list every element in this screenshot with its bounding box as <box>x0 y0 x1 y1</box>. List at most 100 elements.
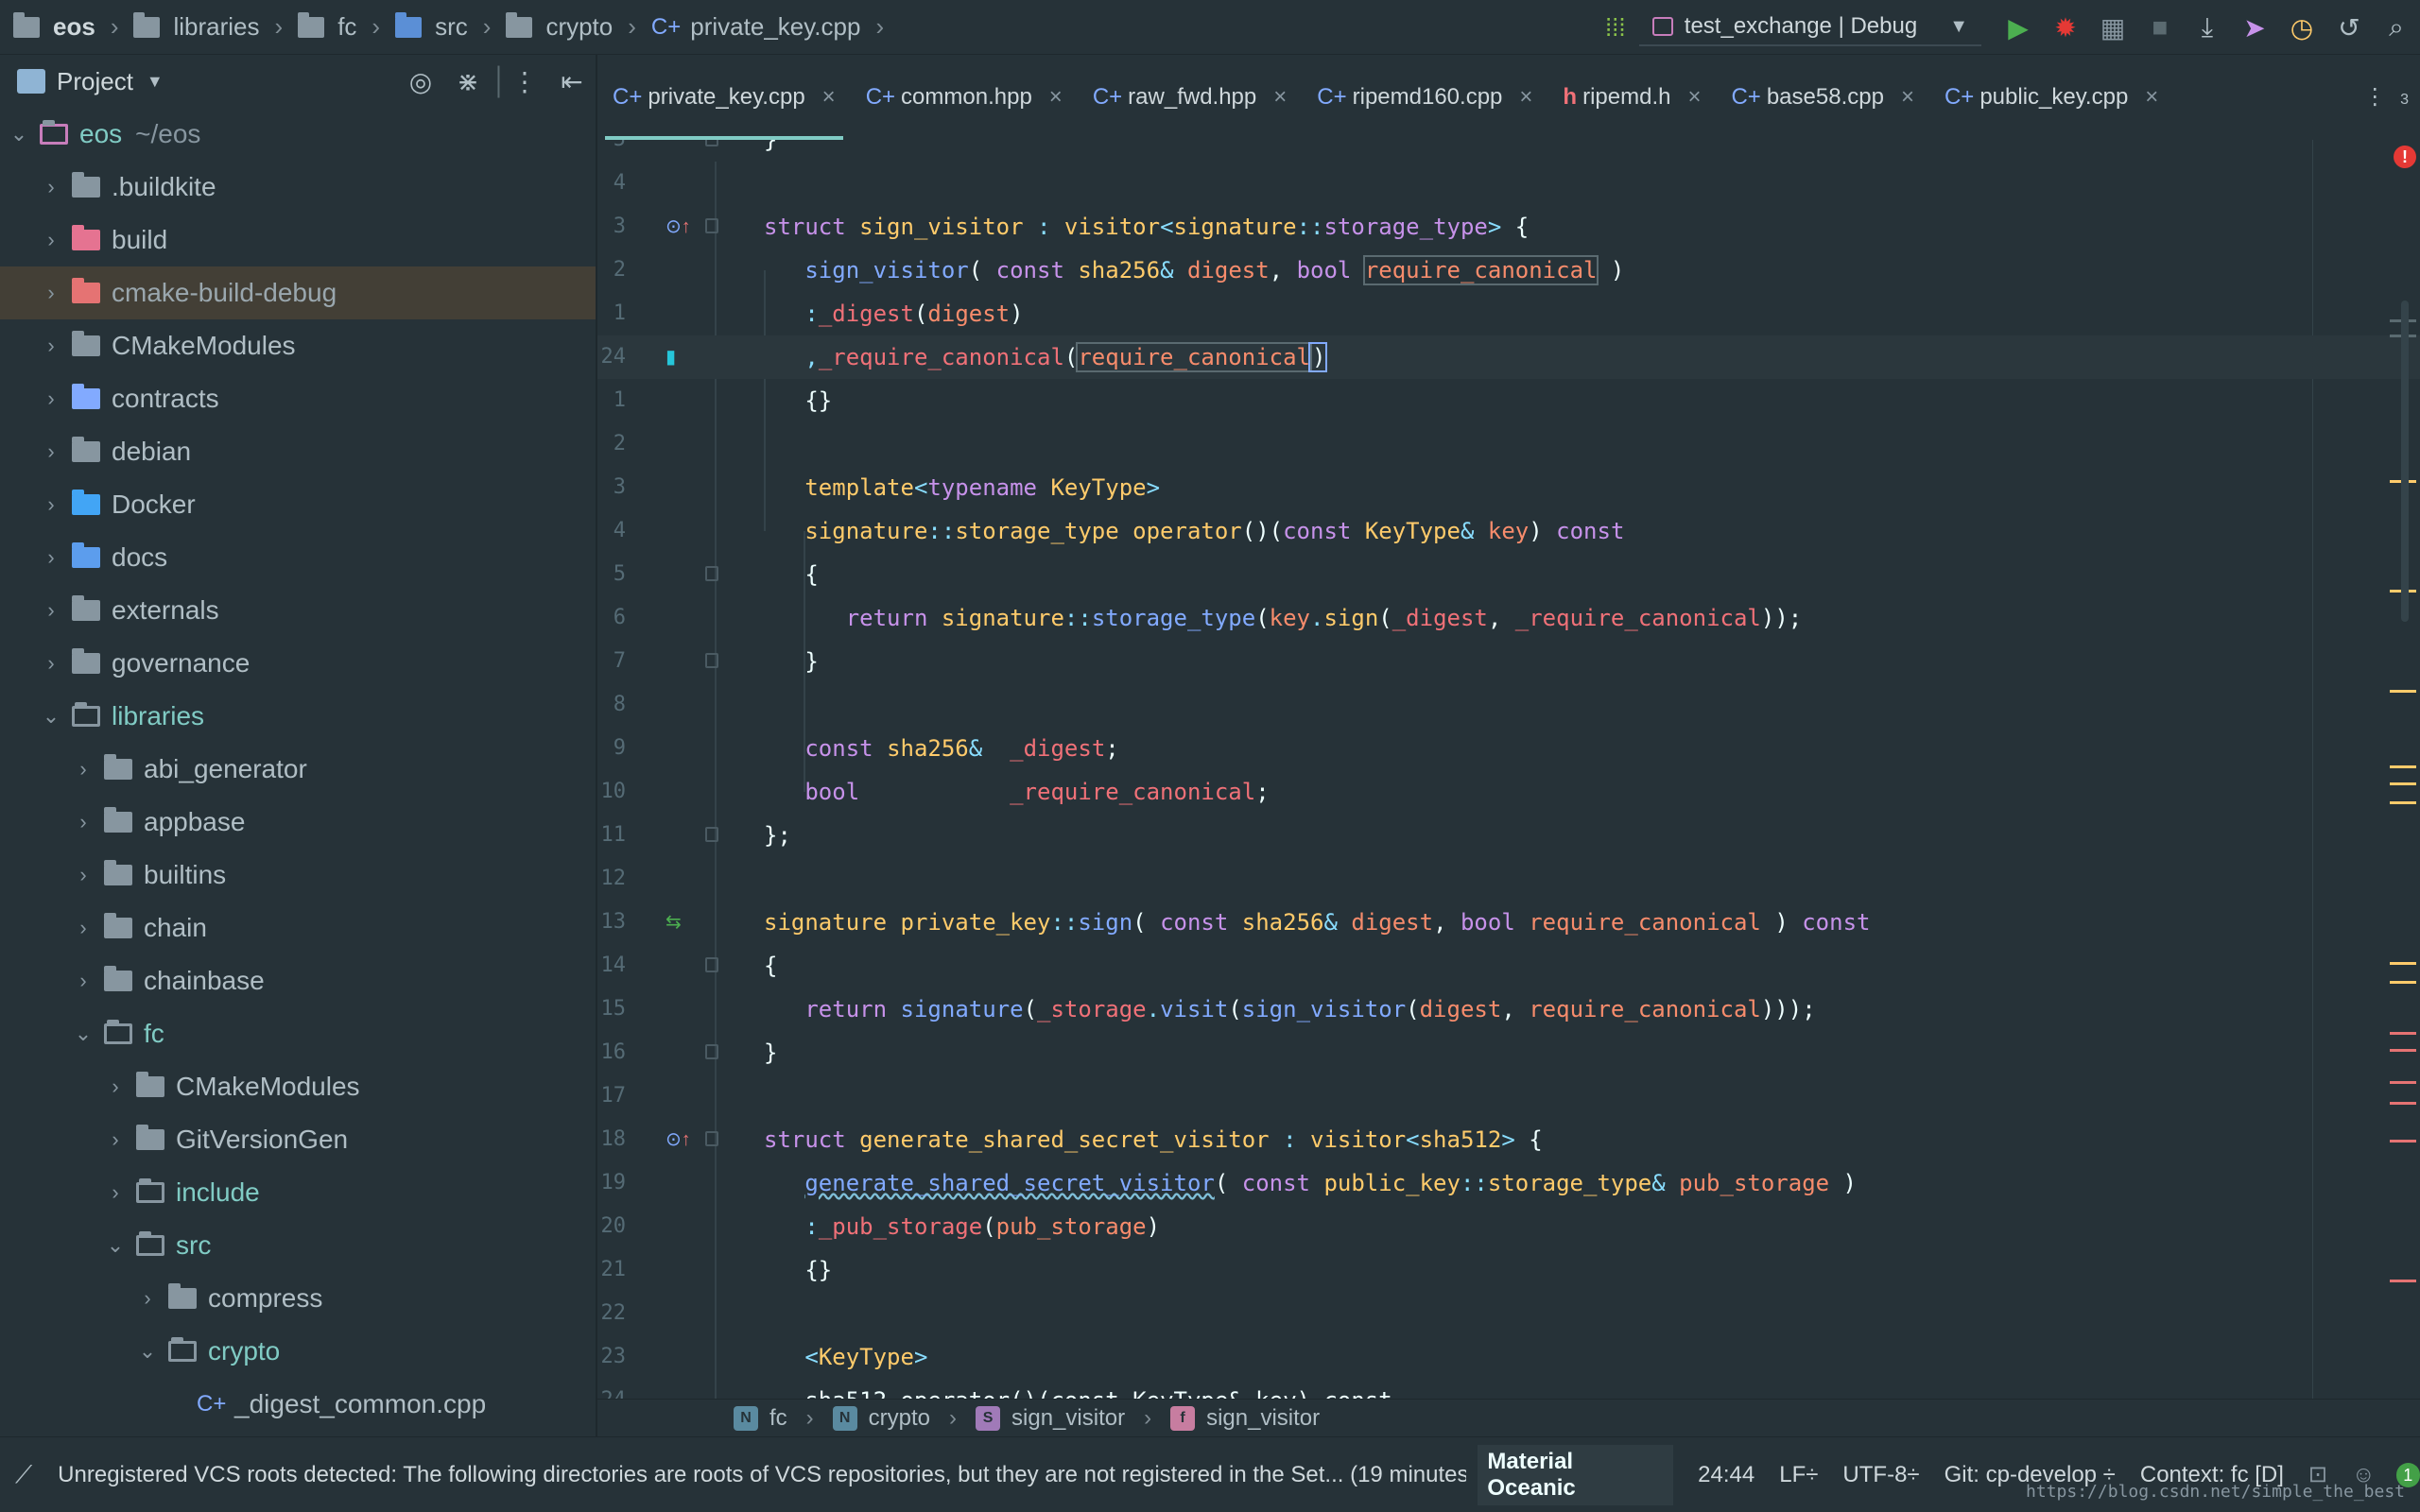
close-icon[interactable]: × <box>1273 84 1287 111</box>
revert-button[interactable]: ↺ <box>2325 0 2373 55</box>
close-icon[interactable]: × <box>2145 84 2158 111</box>
tree-item-gitversiongen[interactable]: › GitVersionGen <box>0 1113 596 1166</box>
chevron-right-icon[interactable]: › <box>40 545 62 570</box>
code-line[interactable]: 2 <box>597 422 2420 466</box>
tree-item-libraries[interactable]: ⌄ libraries <box>0 690 596 743</box>
chevron-right-icon[interactable]: › <box>72 863 95 887</box>
tab-overflow-button[interactable]: ⋮ 3 <box>2363 83 2409 111</box>
chevron-right-icon[interactable]: › <box>40 334 62 358</box>
tree-item-chain[interactable]: › chain <box>0 902 596 954</box>
tree-item-contracts[interactable]: › contracts <box>0 372 596 425</box>
scroll-marker[interactable] <box>2390 1280 2416 1282</box>
chevron-right-icon[interactable]: › <box>136 1286 159 1311</box>
run-button[interactable]: ▶ <box>1995 0 2042 55</box>
code-line[interactable]: 6 return signature::storage_type(key.sig… <box>597 596 2420 640</box>
tree-item-chainbase[interactable]: › chainbase <box>0 954 596 1007</box>
breadcrumb-file[interactable]: C+ private_key.cpp › <box>651 0 899 55</box>
code-line[interactable]: 24 sha512 operator()(const KeyType& key)… <box>597 1379 2420 1399</box>
code-line[interactable]: 20 :_pub_storage(pub_storage) <box>597 1205 2420 1248</box>
fold-marker-icon[interactable] <box>705 653 718 668</box>
tree-item-build[interactable]: › build <box>0 214 596 266</box>
code-line[interactable]: 9 const sha256& _digest; <box>597 727 2420 770</box>
chevron-right-icon[interactable]: › <box>40 651 62 676</box>
ebreadcrumb-crypto[interactable]: crypto <box>869 1405 930 1432</box>
run-configuration-select[interactable]: test_exchange | Debug ▼ <box>1638 9 1981 46</box>
chevron-down-icon[interactable]: ⌄ <box>8 122 30 146</box>
code-line[interactable]: 13 ⇆ signature private_key::sign( const … <box>597 901 2420 944</box>
close-icon[interactable]: × <box>822 84 836 111</box>
code-line[interactable]: 3 template<typename KeyType> <box>597 466 2420 509</box>
tree-item-cmakemodules[interactable]: › CMakeModules <box>0 319 596 372</box>
close-icon[interactable]: × <box>1687 84 1701 111</box>
tree-item-cmake-build-debug[interactable]: › cmake-build-debug <box>0 266 596 319</box>
bookmark-icon[interactable]: ▮ <box>666 345 676 369</box>
locate-file-icon[interactable]: ◎ <box>397 66 444 97</box>
fold-marker-icon[interactable] <box>705 140 718 146</box>
scroll-thumb[interactable] <box>2401 301 2409 622</box>
encoding-selector[interactable]: UTF-8÷ <box>1842 1462 1919 1488</box>
chevron-right-icon[interactable]: › <box>40 439 62 464</box>
code-line[interactable]: 11 }; <box>597 814 2420 857</box>
close-icon[interactable]: × <box>1519 84 1532 111</box>
breadcrumb-libraries[interactable]: libraries › <box>133 0 298 55</box>
collapse-all-icon[interactable]: ⋇ <box>444 66 492 97</box>
scroll-marker[interactable] <box>2390 962 2416 965</box>
scroll-marker[interactable] <box>2390 801 2416 804</box>
project-view-selector[interactable]: Project <box>57 67 133 96</box>
dropdown-arrow-icon[interactable]: ▼ <box>147 72 164 92</box>
code-line[interactable]: 21 {} <box>597 1248 2420 1292</box>
code-line[interactable]: 23 <KeyType> <box>597 1335 2420 1379</box>
breadcrumb-crypto[interactable]: crypto › <box>506 0 650 55</box>
code-line[interactable]: 16 } <box>597 1031 2420 1074</box>
code-line-current[interactable]: 24 ▮ ,_require_canonical(require_canonic… <box>597 335 2420 379</box>
scroll-marker[interactable] <box>2390 1081 2416 1084</box>
tree-item-debian[interactable]: › debian <box>0 425 596 478</box>
debug-button[interactable]: ✹ <box>2042 0 2089 55</box>
chevron-right-icon[interactable]: › <box>104 1180 127 1205</box>
tab-ripemd-h[interactable]: h ripemd.h × <box>1547 55 1716 140</box>
code-line[interactable]: 3 ⊙↑ struct sign_visitor : visitor<signa… <box>597 205 2420 249</box>
tab-ripemd160-cpp[interactable]: C+ ripemd160.cpp × <box>1302 55 1547 140</box>
breadcrumb-eos[interactable]: eos › <box>13 0 133 55</box>
push-button[interactable]: ➤ <box>2231 0 2278 55</box>
fold-marker-icon[interactable] <box>705 957 718 972</box>
chevron-right-icon[interactable]: › <box>104 1074 127 1099</box>
search-button[interactable]: ⌕ <box>2373 0 2420 55</box>
hide-tool-windows-icon[interactable]: ⟋ <box>15 1460 52 1490</box>
chevron-right-icon[interactable]: › <box>72 810 95 834</box>
breadcrumb-fc[interactable]: fc › <box>298 0 395 55</box>
code-line[interactable]: 12 <box>597 857 2420 901</box>
fold-marker-icon[interactable] <box>705 218 718 233</box>
tree-item-eos[interactable]: ⌄ eos ~/eos <box>0 108 596 161</box>
tree-item-governance[interactable]: › governance <box>0 637 596 690</box>
update-project-button[interactable]: ⤓ <box>2184 0 2231 55</box>
fold-marker-icon[interactable] <box>705 1131 718 1146</box>
tree-item-digest-common-cpp[interactable]: C+ _digest_common.cpp <box>0 1378 596 1431</box>
tab-private-key-cpp[interactable]: C+ private_key.cpp × <box>597 55 851 140</box>
tree-item-docs[interactable]: › docs <box>0 531 596 584</box>
chevron-down-icon[interactable]: ⌄ <box>136 1339 159 1364</box>
history-button[interactable]: ◷ <box>2278 0 2325 55</box>
chevron-down-icon[interactable]: ⌄ <box>104 1233 127 1258</box>
close-icon[interactable]: × <box>1049 84 1063 111</box>
scroll-marker[interactable] <box>2390 1102 2416 1105</box>
code-line[interactable]: 1 :_digest(digest) <box>597 292 2420 335</box>
code-line[interactable]: 17 <box>597 1074 2420 1118</box>
tree-item-appbase[interactable]: › appbase <box>0 796 596 849</box>
declaration-navigation-icon[interactable]: ⇆ <box>666 910 682 935</box>
theme-indicator[interactable]: Material Oceanic <box>1478 1444 1674 1505</box>
code-line[interactable]: 14 { <box>597 944 2420 988</box>
stop-button[interactable]: ■ <box>2136 0 2184 55</box>
scroll-marker[interactable] <box>2390 1032 2416 1035</box>
code-line[interactable]: 5 { <box>597 553 2420 596</box>
caret-position[interactable]: 24:44 <box>1698 1462 1754 1488</box>
tree-item-fc-cmakemodules[interactable]: › CMakeModules <box>0 1060 596 1113</box>
tree-item-builtins[interactable]: › builtins <box>0 849 596 902</box>
tree-item-src[interactable]: ⌄ src <box>0 1219 596 1272</box>
scroll-marker[interactable] <box>2390 1140 2416 1143</box>
tab-common-hpp[interactable]: C+ common.hpp × <box>851 55 1078 140</box>
more-options-icon[interactable]: ⋮ <box>501 66 548 97</box>
chevron-right-icon[interactable]: › <box>40 387 62 411</box>
chevron-right-icon[interactable]: › <box>40 228 62 252</box>
ebreadcrumb-function[interactable]: sign_visitor <box>1206 1405 1320 1432</box>
